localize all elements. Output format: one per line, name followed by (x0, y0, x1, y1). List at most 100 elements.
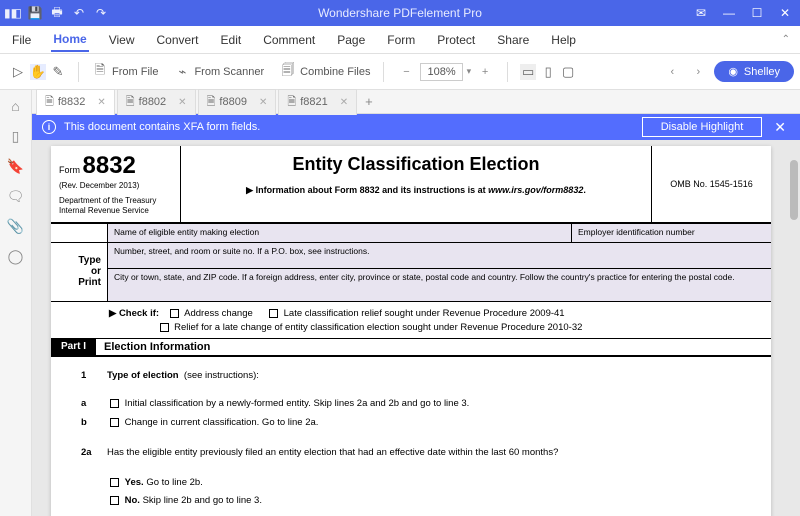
bookmarks-icon[interactable]: 🔖 (6, 156, 26, 176)
thumbnails-icon[interactable]: ▯ (6, 126, 26, 146)
edit-tool-icon[interactable]: ✎ (50, 64, 66, 80)
hand-tool-icon[interactable]: ✋ (30, 64, 46, 80)
type-or-print-label: Type or Print (51, 243, 107, 301)
disable-highlight-button[interactable]: Disable Highlight (642, 117, 763, 137)
divider (507, 62, 508, 82)
document-tabbar: 🗎f8832✕ 🗎f8802✕ 🗎f8809✕ 🗎f8821✕ + (32, 90, 800, 114)
minimize-button[interactable]: — (718, 2, 740, 24)
comments-icon[interactable]: 🗨 (6, 186, 26, 206)
part1-title: Election Information (96, 339, 218, 355)
home-icon[interactable]: ⌂ (6, 96, 26, 116)
window-controls: ✉ — ☐ ✕ (690, 2, 796, 24)
menu-collapse-icon[interactable]: ⌃ (782, 34, 790, 45)
tab-doc-icon: 🗎 (207, 93, 216, 112)
menu-help[interactable]: Help (549, 29, 578, 51)
tab-close-icon[interactable]: ✕ (178, 97, 186, 108)
menu-form[interactable]: Form (385, 29, 417, 51)
menu-page[interactable]: Page (335, 29, 367, 51)
tab-doc-icon: 🗎 (126, 93, 135, 112)
divider (78, 62, 79, 82)
user-name: Shelley (744, 66, 780, 78)
from-file-button[interactable]: 🗎 From File (87, 61, 163, 83)
from-file-label: From File (112, 66, 158, 78)
tab-f8802[interactable]: 🗎 f8802 ✕ (117, 89, 196, 115)
from-file-icon: 🗎 (92, 64, 108, 80)
zoom-chevron-icon[interactable]: ▾ (467, 66, 472, 77)
sidebar: ⌂ ▯ 🔖 🗨 📎 ◯ (0, 90, 32, 516)
fit-page-icon[interactable]: ▭ (520, 64, 536, 80)
menubar: File Home View Convert Edit Comment Page… (0, 26, 800, 54)
line-b-no: b (81, 416, 107, 430)
menu-file[interactable]: File (10, 29, 33, 51)
combine-icon: 🗐 (280, 64, 296, 80)
attachments-icon[interactable]: 📎 (6, 216, 26, 236)
tab-close-icon[interactable]: ✕ (340, 97, 348, 108)
menu-view[interactable]: View (107, 29, 137, 51)
tab-f8821[interactable]: 🗎f8821✕ (278, 89, 357, 115)
document-viewport[interactable]: Form 8832 (Rev. December 2013) Departmen… (32, 140, 800, 516)
tab-f8809[interactable]: 🗎f8809 ✕ (198, 89, 277, 115)
next-button[interactable]: › (688, 62, 708, 82)
fit-actual-icon[interactable]: ▢ (560, 64, 576, 80)
ein-field-label: Employer identification number (571, 224, 771, 242)
checkbox-2a-no[interactable] (110, 496, 119, 505)
menu-home[interactable]: Home (51, 28, 88, 52)
from-scanner-label: From Scanner (194, 66, 264, 78)
vertical-scrollbar[interactable] (790, 160, 798, 220)
zoom-in-button[interactable]: + (475, 62, 495, 82)
banner-close-icon[interactable]: ✕ (770, 119, 790, 136)
checkbox-initial-classification[interactable] (110, 399, 119, 408)
undo-icon[interactable]: ↶ (70, 4, 88, 22)
info-icon: i (42, 120, 56, 134)
close-button[interactable]: ✕ (774, 2, 796, 24)
maximize-button[interactable]: ☐ (746, 2, 768, 24)
checkbox-address-change[interactable] (170, 309, 179, 318)
tab-add-button[interactable]: + (359, 92, 379, 111)
fit-width-icon[interactable]: ▯ (540, 64, 556, 80)
checkbox-change-classification[interactable] (110, 418, 119, 427)
tab-close-icon[interactable]: ✕ (97, 97, 105, 108)
pdf-page: Form 8832 (Rev. December 2013) Departmen… (51, 146, 771, 516)
form-info: ▶ Information about Form 8832 and its in… (187, 185, 645, 196)
omb-number: OMB No. 1545-1516 (651, 146, 771, 222)
app-logo-icon: ▮◧ (4, 4, 22, 22)
checkbox-2a-yes[interactable] (110, 478, 119, 487)
checkbox-late-relief-2010[interactable] (160, 323, 169, 332)
line-1-no: 1 (81, 369, 107, 383)
combine-label: Combine Files (300, 66, 370, 78)
combine-files-button[interactable]: 🗐 Combine Files (275, 61, 375, 83)
tab-doc-icon: 🗎 (287, 93, 296, 112)
check-if-section: ▶ Check if: Address change Late classifi… (51, 302, 771, 340)
irs-label: Internal Revenue Service (59, 206, 172, 216)
select-tool-icon[interactable]: ▷ (10, 64, 26, 80)
menu-comment[interactable]: Comment (261, 29, 317, 51)
checkbox-late-relief-2009[interactable] (269, 309, 278, 318)
menu-edit[interactable]: Edit (219, 29, 244, 51)
from-scanner-button[interactable]: ⌁ From Scanner (169, 61, 269, 83)
zoom-out-button[interactable]: − (396, 62, 416, 82)
divider (383, 62, 384, 82)
tab-close-icon[interactable]: ✕ (259, 97, 267, 108)
tab-f8832[interactable]: 🗎f8832✕ (36, 89, 115, 115)
redo-icon[interactable]: ↷ (92, 4, 110, 22)
street-field-label[interactable]: Number, street, and room or suite no. If… (107, 243, 771, 269)
tab-label: f8802 (139, 96, 167, 108)
save-icon[interactable]: 💾 (26, 4, 44, 22)
prev-button[interactable]: ‹ (662, 62, 682, 82)
dept-label: Department of the Treasury (59, 196, 172, 206)
search-sidebar-icon[interactable]: ◯ (6, 246, 26, 266)
city-field-label[interactable]: City or town, state, and ZIP code. If a … (107, 269, 771, 301)
name-field-label: Name of eligible entity making election (107, 224, 571, 242)
print-icon[interactable]: 🖶 (48, 4, 66, 22)
tab-label: f8809 (219, 96, 247, 108)
menu-protect[interactable]: Protect (435, 29, 477, 51)
user-pill[interactable]: ◉ Shelley (714, 61, 794, 82)
menu-share[interactable]: Share (495, 29, 531, 51)
zoom-value[interactable]: 108% (420, 63, 462, 81)
menu-convert[interactable]: Convert (154, 29, 200, 51)
mail-icon[interactable]: ✉ (690, 2, 712, 24)
part1-tag: Part I (51, 339, 96, 355)
line-2a-no: 2a (81, 446, 107, 460)
scanner-icon: ⌁ (174, 64, 190, 80)
tab-doc-icon: 🗎 (45, 93, 54, 112)
